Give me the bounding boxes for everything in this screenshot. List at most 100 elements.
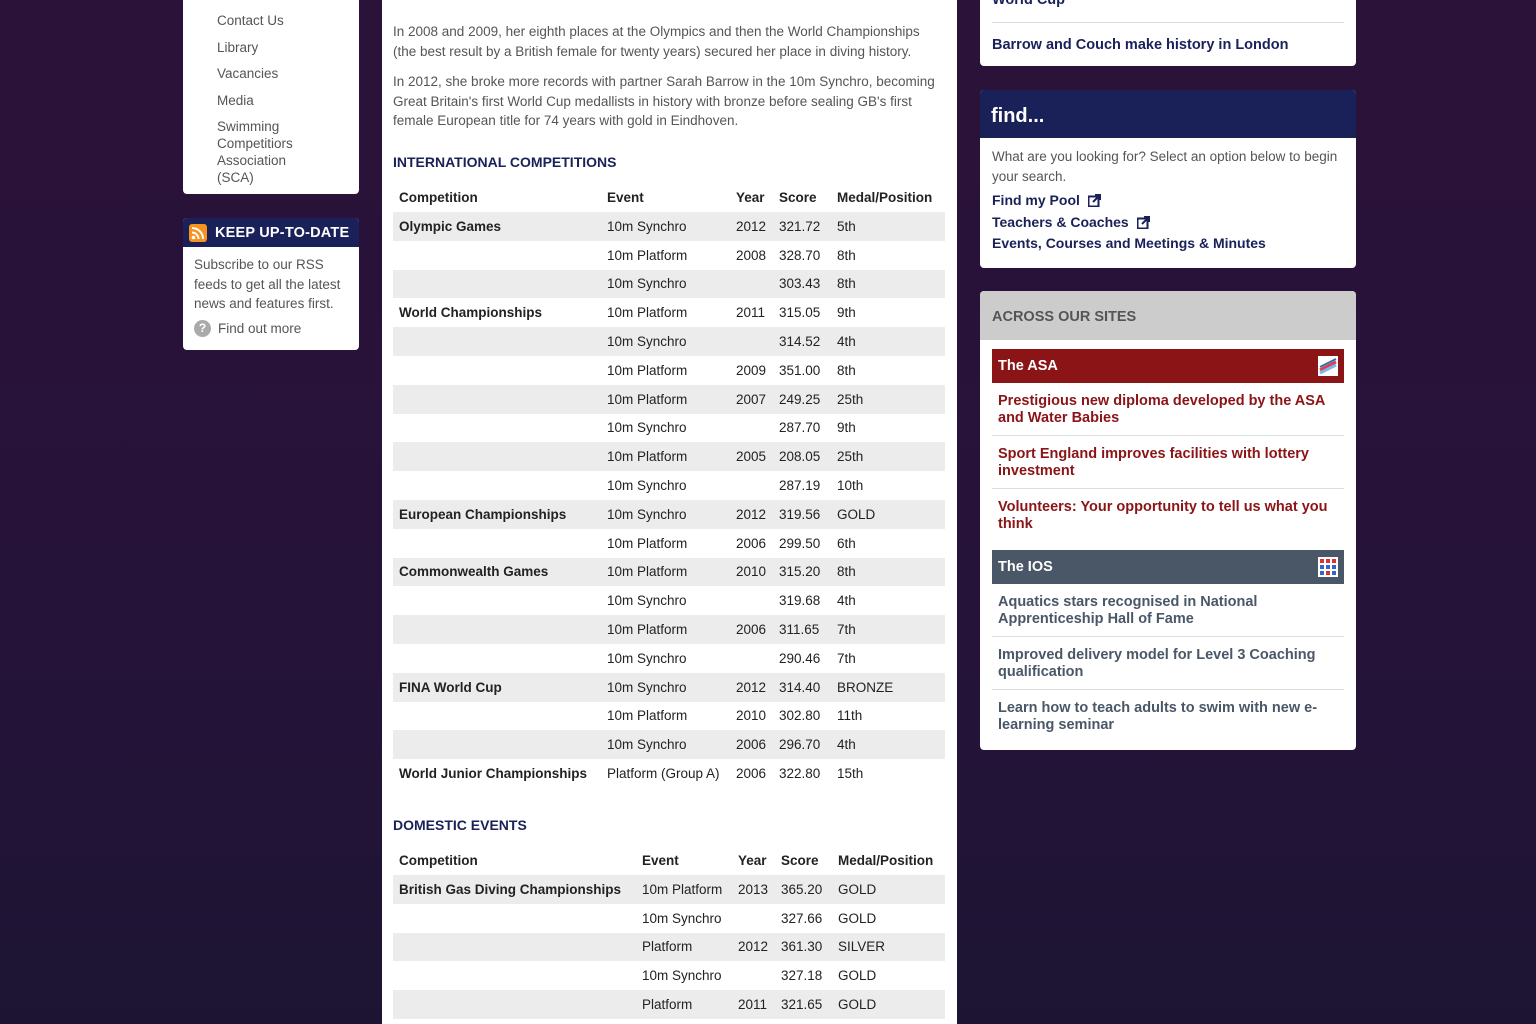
cell-score: 208.05 (773, 442, 831, 472)
cell-score: 311.65 (773, 615, 831, 644)
across-sites-panel: ACROSS OUR SITES The ASA Prestigious new… (980, 291, 1356, 750)
find-panel: find... What are you looking for? Select… (980, 90, 1356, 268)
table-row: Platform 2012 361.30 SILVER (393, 932, 945, 962)
table-row: European Championships 10m Synchro 2012 319… (393, 499, 945, 529)
bio-paragraph-2: In 2012, she broke more records with par… (393, 74, 935, 128)
site-bar-ios[interactable]: The IOS (992, 550, 1344, 584)
ios-logo-icon (1318, 557, 1338, 577)
events-courses-link[interactable]: Events, Courses and Meetings & Minutes (992, 233, 1344, 255)
find-my-pool-link[interactable]: Find my Pool (992, 190, 1344, 212)
table-row: Platform 2011 321.65 GOLD (393, 990, 945, 1019)
find-description: What are you looking for? Select an opti… (992, 149, 1338, 184)
cell-score: 319.56 (773, 499, 831, 529)
list-item[interactable]: Improved delivery model for Level 3 Coac… (992, 637, 1344, 690)
cell-medal: 8th (831, 269, 945, 299)
cell-competition (393, 269, 601, 299)
cell-competition (393, 327, 601, 356)
international-table: Competition Event Year Score Medal/Posit… (393, 183, 945, 788)
col-medal: Medal/Position (837, 190, 933, 205)
news-link-barrow-couch[interactable]: Barrow and Couch make history in London (992, 23, 1344, 53)
cell-score: 249.25 (773, 384, 831, 414)
list-item[interactable]: Volunteers: Your opportunity to tell us … (992, 489, 1344, 542)
col-year: Year (738, 853, 767, 868)
table-row: 10m Synchro 319.68 4th (393, 586, 945, 615)
cell-score: 365.20 (775, 875, 832, 904)
cell-medal: 9th (837, 305, 856, 321)
cell-event: 10m Platform (601, 384, 730, 414)
cell-score: 351.00 (779, 362, 821, 378)
col-event: Event (607, 190, 644, 205)
col-competition: Competition (399, 190, 478, 205)
nav-link-library[interactable]: Library (217, 39, 359, 56)
nav-link-vacancies[interactable]: Vacancies (217, 65, 359, 82)
nav-link-contact-us[interactable]: Contact Us (217, 12, 359, 29)
asa-news-list: Prestigious new diploma developed by the… (992, 383, 1344, 542)
cell-year: 2012 (730, 672, 773, 702)
cell-event: 10m Synchro (642, 968, 722, 984)
cell-year (732, 961, 775, 990)
site-name-ios: The IOS (998, 559, 1053, 575)
site-bar-asa[interactable]: The ASA (992, 349, 1344, 383)
cell-score: 315.05 (779, 305, 821, 321)
table-row: 10m Platform 2010 302.80 11th (393, 702, 945, 731)
cell-medal: 15th (837, 766, 864, 782)
list-item[interactable]: Sport England improves facilities with l… (992, 436, 1344, 489)
across-sites-title: ACROSS OUR SITES (980, 291, 1356, 340)
table-row: 10m Platform 2005 208.05 25th (393, 442, 945, 472)
table-row: 10m Platform 2006 311.65 7th (393, 615, 945, 644)
cell-competition (393, 442, 601, 472)
nav-link-sca[interactable]: Swimming Competitiors Association (SCA) (217, 118, 317, 186)
list-item[interactable]: Aquatics stars recognised in National Ap… (992, 584, 1344, 637)
cell-year (730, 414, 773, 443)
cell-event: 10m Synchro (601, 730, 730, 760)
cell-event: 10m Synchro (601, 269, 730, 299)
col-score: Score (779, 190, 817, 205)
cell-score: 322.80 (779, 766, 821, 782)
related-news-panel: World Cup Barrow and Couch make history … (980, 0, 1356, 66)
cell-event: 10m Synchro (642, 910, 722, 926)
cell-year: 2012 (732, 932, 775, 962)
cell-competition: World Championships (399, 305, 543, 321)
cell-score: 327.66 (781, 910, 823, 926)
left-nav-panel: Contact Us Library Vacancies Media Swimm… (183, 0, 359, 194)
cell-medal: GOLD (831, 499, 945, 529)
cell-score: 302.80 (779, 708, 821, 724)
rss-description: Subscribe to our RSS feeds to get all th… (194, 257, 341, 311)
teachers-coaches-link[interactable]: Teachers & Coaches (992, 212, 1344, 234)
col-medal: Medal/Position (838, 853, 934, 868)
cell-event: 10m Synchro (607, 478, 687, 494)
nav-link-media[interactable]: Media (217, 92, 359, 109)
news-link-world-cup[interactable]: World Cup (992, 0, 1344, 23)
col-competition: Competition (399, 853, 478, 868)
table-row: 10m Synchro 2006 296.70 4th (393, 730, 945, 760)
cell-event: Platform (636, 990, 732, 1019)
cell-competition (393, 241, 601, 270)
cell-score: 327.18 (781, 968, 823, 984)
list-item[interactable]: Learn how to teach adults to swim with n… (992, 690, 1344, 743)
cell-medal: GOLD (838, 968, 877, 984)
cell-medal: 8th (837, 362, 856, 378)
international-title: INTERNATIONAL COMPETITIONS (393, 154, 617, 170)
cell-year (730, 471, 773, 500)
cell-competition (393, 471, 601, 500)
cell-medal: 8th (831, 557, 945, 587)
find-out-more-link[interactable]: ? Find out more (194, 319, 349, 339)
table-row: FINA World Cup 10m Synchro 2012 314.40 BRONZ… (393, 672, 945, 702)
cell-year (732, 904, 775, 933)
cell-year: 2005 (730, 442, 773, 472)
cell-score: 319.68 (779, 593, 821, 609)
list-item[interactable]: Prestigious new diploma developed by the… (992, 383, 1344, 436)
cell-competition (393, 904, 636, 933)
table-row: 10m Platform 2009 351.00 8th (393, 356, 945, 385)
cell-medal: 7th (831, 615, 945, 644)
cell-medal: SILVER (832, 932, 945, 962)
cell-medal: 4th (831, 730, 945, 760)
cell-year: 2010 (730, 557, 773, 587)
table-row: 10m Platform 2008 328.70 8th (393, 241, 945, 270)
domestic-title: DOMESTIC EVENTS (393, 817, 527, 833)
cell-score: 321.72 (773, 212, 831, 241)
cell-score: 299.50 (779, 535, 821, 551)
cell-competition (393, 702, 601, 731)
cell-medal: 4th (837, 593, 856, 609)
cell-event: 10m Synchro (607, 650, 687, 666)
